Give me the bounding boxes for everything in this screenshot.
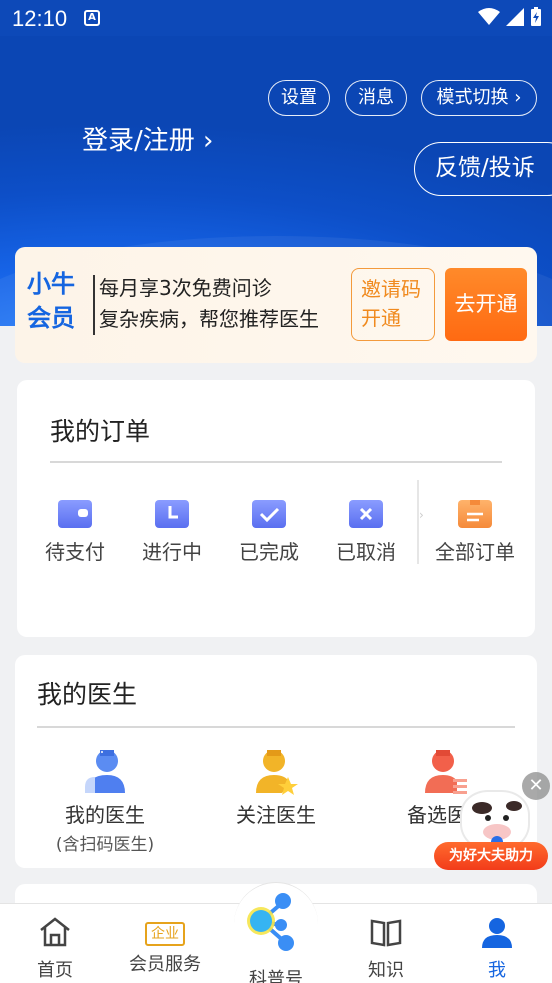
doctor-item-label: 关注医生 bbox=[236, 803, 316, 827]
order-item-label: 待支付 bbox=[45, 540, 105, 564]
mode-switch-label: 模式切换 bbox=[436, 87, 509, 108]
order-item-label: 进行中 bbox=[142, 540, 202, 564]
order-item-label: 已完成 bbox=[239, 540, 299, 564]
divider bbox=[37, 726, 515, 728]
membership-line-1: 每月享3次免费问诊 bbox=[99, 276, 272, 300]
book-icon bbox=[370, 919, 402, 947]
chevron-right-icon: › bbox=[203, 126, 214, 156]
my-orders-card: 我的订单 待支付 进行中 已完成 已取消 › 全部订单 bbox=[17, 380, 535, 637]
cancel-icon bbox=[349, 500, 383, 528]
battery-icon bbox=[531, 7, 541, 26]
tab-knowledge[interactable]: 知识 bbox=[331, 916, 441, 982]
person-icon bbox=[482, 918, 512, 948]
enterprise-icon: 企业 bbox=[145, 922, 185, 946]
home-icon bbox=[40, 917, 70, 947]
system-icons bbox=[478, 7, 542, 27]
divider bbox=[93, 275, 95, 335]
tab-home[interactable]: 首页 bbox=[0, 916, 110, 982]
doctors-title: 我的医生 bbox=[37, 680, 138, 709]
order-item-label: 全部订单 bbox=[435, 540, 515, 564]
tab-member-service[interactable]: 企业 会员服务 bbox=[110, 916, 220, 976]
wallet-icon bbox=[58, 500, 92, 528]
status-bar: 12:10 A bbox=[0, 0, 552, 36]
tab-label: 知识 bbox=[368, 960, 404, 981]
doctor-item-sublabel: (含扫码医生) bbox=[55, 835, 155, 855]
tab-label: 首页 bbox=[37, 960, 73, 981]
membership-title: 小牛会员 bbox=[27, 270, 75, 332]
divider bbox=[417, 480, 419, 564]
mode-switch-button[interactable]: 模式切换 › bbox=[421, 80, 537, 116]
order-in-progress[interactable]: 进行中 bbox=[124, 500, 220, 565]
membership-card: 小牛会员 每月享3次免费问诊 复杂疾病，帮您推荐医生 邀请码开通 去开通 bbox=[15, 247, 537, 363]
clipboard-icon bbox=[458, 500, 492, 528]
promo-banner-label: 为好大夫助力 bbox=[434, 842, 548, 870]
messages-button[interactable]: 消息 bbox=[345, 80, 407, 116]
order-item-label: 已取消 bbox=[336, 540, 396, 564]
accessibility-notification-icon: A bbox=[84, 10, 100, 26]
check-icon bbox=[252, 500, 286, 528]
feedback-complaint-button[interactable]: 反馈/投诉 bbox=[414, 142, 552, 196]
wifi-icon bbox=[478, 8, 500, 25]
tab-label: 我 bbox=[488, 960, 506, 981]
followed-doctors-entry[interactable]: 关注医生 bbox=[201, 747, 351, 828]
divider bbox=[50, 461, 502, 463]
login-label: 登录/注册 bbox=[82, 126, 195, 156]
membership-description: 每月享3次免费问诊 复杂疾病，帮您推荐医生 bbox=[99, 273, 319, 335]
order-completed[interactable]: 已完成 bbox=[221, 500, 317, 565]
order-cancelled[interactable]: 已取消 bbox=[318, 500, 414, 565]
tab-label: 科普号 bbox=[249, 969, 303, 983]
orders-title: 我的订单 bbox=[50, 417, 151, 446]
tab-science[interactable]: 科普号 bbox=[234, 882, 318, 983]
membership-line-2: 复杂疾病，帮您推荐医生 bbox=[99, 307, 319, 331]
clock-icon bbox=[155, 500, 189, 528]
tab-label: 会员服务 bbox=[129, 954, 201, 975]
my-doctors-entry[interactable]: 我的医生 (含扫码医生) bbox=[30, 747, 180, 855]
settings-button[interactable]: 设置 bbox=[268, 80, 330, 116]
doctor-icon bbox=[81, 747, 129, 795]
order-all[interactable]: 全部订单 bbox=[427, 500, 523, 565]
login-register-link[interactable]: 登录/注册 › bbox=[82, 120, 213, 157]
bottom-tab-bar: 首页 企业 会员服务 科普号 知识 我 bbox=[0, 882, 552, 983]
invite-code-button[interactable]: 邀请码开通 bbox=[351, 268, 435, 341]
molecule-icon bbox=[247, 893, 294, 951]
doctor-star-icon bbox=[252, 747, 300, 795]
signal-icon bbox=[506, 8, 524, 26]
promo-floating-badge[interactable]: ✕ 为好大夫助力 bbox=[430, 770, 550, 880]
chevron-right-icon: › bbox=[419, 508, 424, 522]
order-pending-payment[interactable]: 待支付 bbox=[27, 500, 123, 565]
close-icon[interactable]: ✕ bbox=[522, 772, 550, 800]
status-time: 12:10 bbox=[12, 6, 68, 31]
tab-me[interactable]: 我 bbox=[442, 916, 552, 982]
activate-membership-button[interactable]: 去开通 bbox=[445, 268, 527, 341]
doctor-item-label: 我的医生 bbox=[65, 803, 145, 827]
chevron-right-icon: › bbox=[514, 87, 522, 108]
